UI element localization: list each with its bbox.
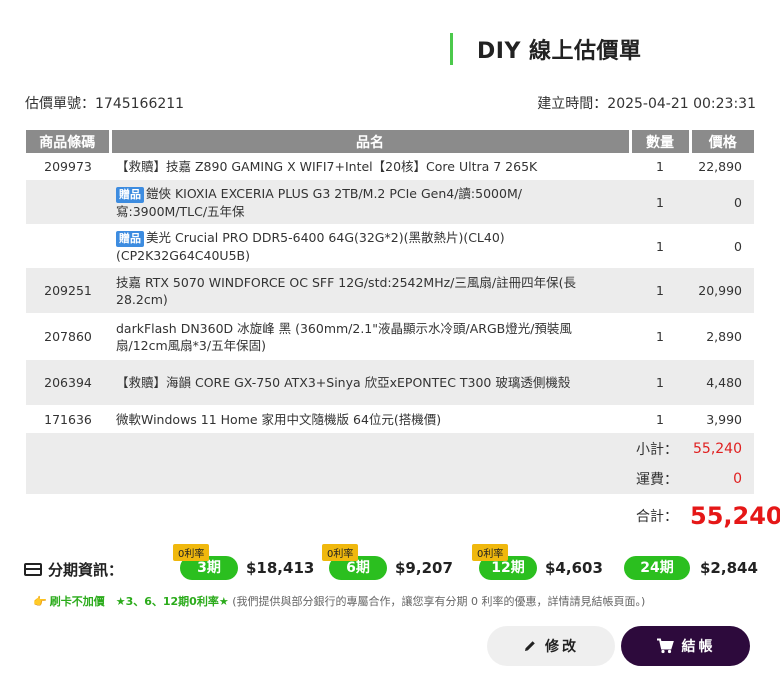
- item-name: 微軟Windows 11 Home 家用中文隨機版 64位元(搭機價): [116, 411, 442, 427]
- page-title: DIY 線上估價單: [477, 39, 642, 64]
- note-highlight: 刷卡不加價 ★3、6、12期0利率★: [49, 595, 229, 608]
- installment-label: 分期資訊：: [24, 559, 123, 580]
- item-qty: 1: [656, 329, 664, 344]
- item-price: 20,990: [690, 268, 754, 313]
- item-code: 209973: [44, 159, 92, 174]
- header-name: 品名: [110, 130, 632, 153]
- created-time: 建立時間：2025-04-21 00:23:31: [537, 96, 756, 112]
- item-name: 技嘉 RTX 5070 WINDFORCE OC SFF 12G/std:254…: [110, 268, 630, 313]
- item-name: 美光 Crucial PRO DDR5-6400 64G(32G*2)(黑散熱片…: [116, 229, 505, 263]
- item-code: 206394: [26, 360, 110, 405]
- subtotal-label: 小計：: [26, 433, 690, 464]
- credit-card-icon: [24, 563, 42, 576]
- zero-rate-badge: 0利率: [322, 544, 359, 561]
- pencil-icon: [525, 641, 535, 651]
- item-name: 鎧俠 KIOXIA EXCERIA PLUS G3 2TB/M.2 PCIe G…: [116, 185, 522, 219]
- item-code: [26, 180, 110, 224]
- table-row: 206394 【救贖】海韻 CORE GX-750 ATX3+Sinya 欣亞x…: [26, 360, 754, 405]
- quote-table: 商品條碼 品名 數量 價格 209973 【救贖】技嘉 Z890 GAMING …: [26, 130, 780, 538]
- quote-number: 估價單號：1745166211: [25, 96, 185, 112]
- edit-button-label: 修改: [545, 639, 579, 655]
- subtotal-value: 55,240: [690, 433, 754, 464]
- table-header-row: 商品條碼 品名 數量 價格: [26, 130, 754, 153]
- item-qty: 1: [656, 159, 664, 174]
- zero-rate-badge: 0利率: [173, 544, 210, 561]
- cart-icon: [656, 638, 674, 654]
- item-name: darkFlash DN360D 冰旋峰 黑 (360mm/2.1"液晶顯示水冷…: [116, 320, 572, 353]
- installment-note: 👉 刷卡不加價 ★3、6、12期0利率★ (我們提供與部分銀行的專屬合作，讓您享有…: [33, 593, 645, 609]
- item-code: 209251: [26, 268, 110, 313]
- installment-amount: $18,413: [246, 559, 315, 577]
- note-text: (我們提供與部分銀行的專屬合作，讓您享有分期 0 利率的優惠，詳情請見結帳頁面。…: [232, 595, 646, 608]
- item-code: 207860: [44, 329, 92, 344]
- item-price: 3,990: [706, 411, 742, 427]
- page-header: DIY 線上估價單: [450, 33, 642, 65]
- table-row: 贈品 鎧俠 KIOXIA EXCERIA PLUS G3 2TB/M.2 PCIe…: [26, 180, 754, 224]
- total-value: 55,240: [690, 502, 780, 530]
- header-price: 價格: [690, 130, 754, 153]
- shipping-row: 運費： 0: [26, 464, 754, 494]
- item-name-cell: 贈品 鎧俠 KIOXIA EXCERIA PLUS G3 2TB/M.2 PCIe…: [110, 180, 630, 224]
- checkout-button[interactable]: 結帳: [621, 626, 750, 666]
- zero-rate-badge: 0利率: [472, 544, 509, 561]
- item-qty: 1: [656, 238, 664, 254]
- table-row: 171636 微軟Windows 11 Home 家用中文隨機版 64位元(搭機…: [26, 405, 754, 433]
- pointing-hand-icon: 👉: [33, 595, 47, 608]
- checkout-button-label: 結帳: [681, 639, 716, 655]
- table-row: 207860 darkFlash DN360D 冰旋峰 黑 (360mm/2.1…: [26, 313, 754, 360]
- item-code: [26, 224, 110, 268]
- header-code: 商品條碼: [26, 130, 112, 153]
- total-row: 合計： 55,240: [26, 494, 780, 538]
- installment-section: 分期資訊： 0利率 3期 $18,413 0利率 6期 $9,207 0利率 1…: [24, 544, 764, 586]
- table-row: 209251 技嘉 RTX 5070 WINDFORCE OC SFF 12G/…: [26, 268, 754, 313]
- item-qty: 1: [630, 268, 690, 313]
- installment-amount: $4,603: [545, 559, 603, 577]
- item-price: 0: [734, 238, 742, 254]
- item-qty: 1: [630, 360, 690, 405]
- item-code: 171636: [44, 411, 92, 427]
- shipping-value: 0: [690, 464, 754, 494]
- item-name-cell: 贈品 美光 Crucial PRO DDR5-6400 64G(32G*2)(黑散…: [110, 224, 630, 268]
- item-qty: 1: [630, 180, 690, 224]
- total-label: 合計：: [636, 509, 678, 525]
- table-row: 209973 【救贖】技嘉 Z890 GAMING X WIFI7+Intel【…: [26, 153, 754, 180]
- item-price: 0: [690, 180, 754, 224]
- installment-label-text: 分期資訊：: [48, 561, 124, 579]
- item-price: 4,480: [690, 360, 754, 405]
- title-accent-bar: [450, 33, 453, 65]
- item-qty: 1: [656, 411, 664, 427]
- item-price: 2,890: [706, 329, 742, 344]
- subtotal-row: 小計： 55,240: [26, 433, 754, 464]
- header-qty: 數量: [630, 130, 692, 153]
- installment-amount: $9,207: [395, 559, 453, 577]
- installment-amount: $2,844: [700, 559, 758, 577]
- item-name: 【救贖】技嘉 Z890 GAMING X WIFI7+Intel【20核】Cor…: [116, 159, 538, 174]
- gift-badge: 贈品: [116, 186, 144, 203]
- installment-term: 24期: [624, 556, 690, 580]
- item-price: 22,890: [698, 159, 742, 174]
- shipping-label: 運費：: [26, 464, 690, 494]
- edit-button[interactable]: 修改: [487, 626, 615, 666]
- gift-badge: 贈品: [116, 230, 144, 247]
- item-name: 【救贖】海韻 CORE GX-750 ATX3+Sinya 欣亞xEPONTEC…: [110, 360, 630, 405]
- table-row: 贈品 美光 Crucial PRO DDR5-6400 64G(32G*2)(黑散…: [26, 224, 754, 268]
